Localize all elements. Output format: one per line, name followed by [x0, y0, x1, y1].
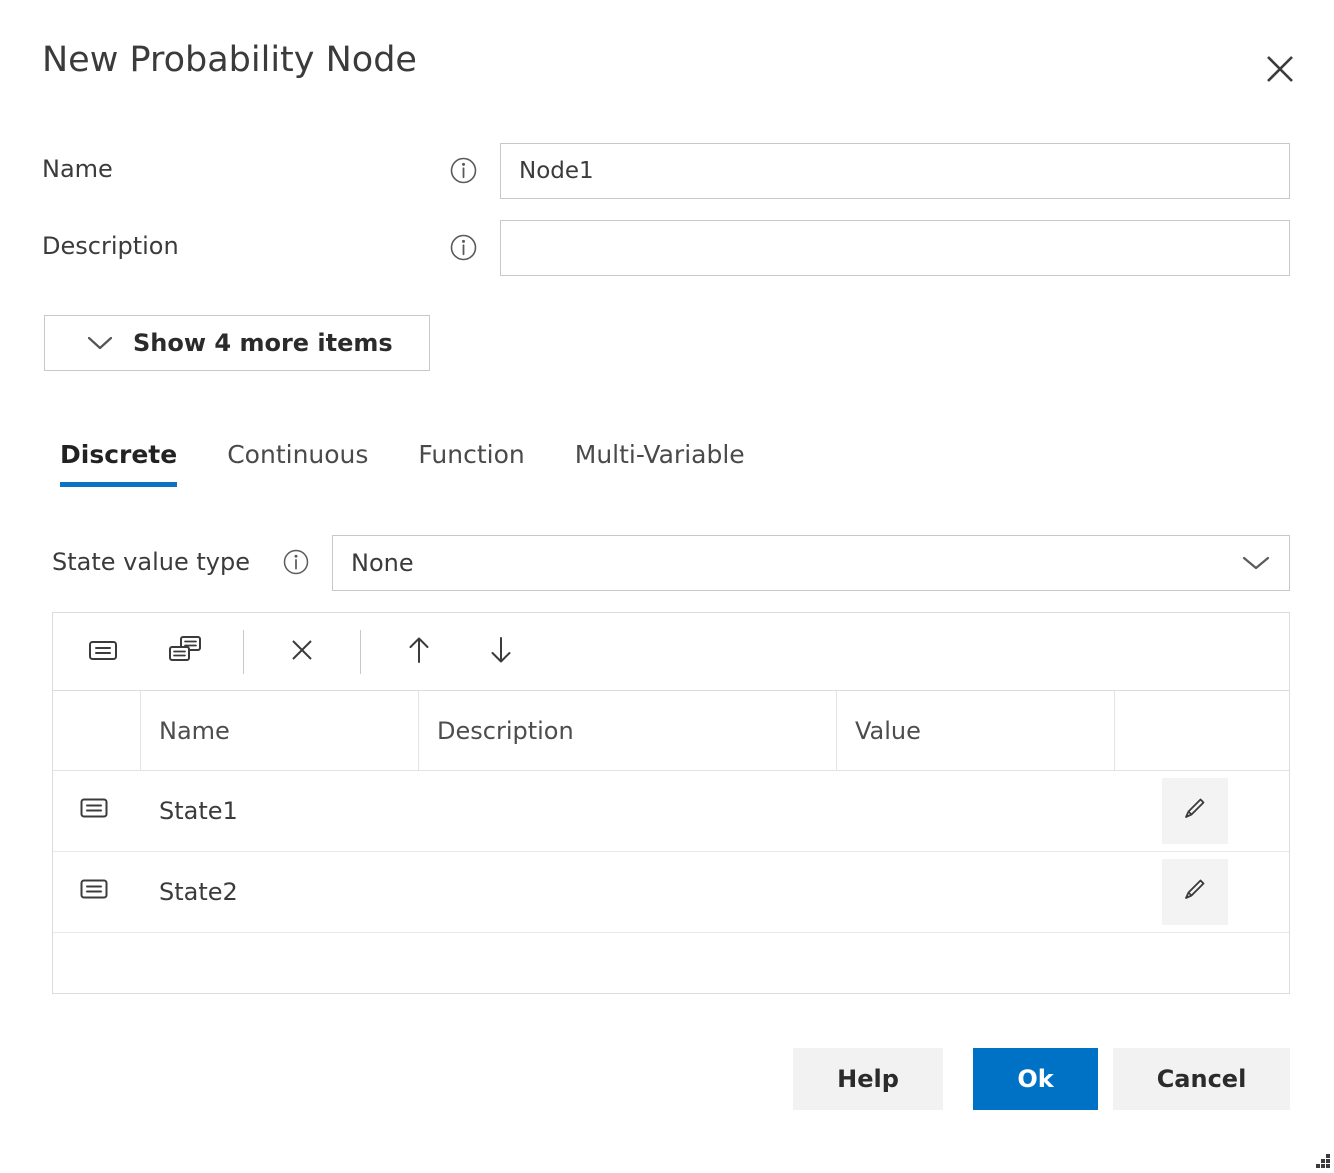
add-state-button[interactable]	[79, 628, 127, 676]
states-table-toolbar	[53, 613, 1289, 691]
state-add-icon	[87, 637, 119, 667]
state-description-cell[interactable]	[419, 771, 837, 851]
toolbar-separator	[243, 630, 244, 674]
state-row-icon-cell	[53, 852, 141, 932]
edit-state-button[interactable]	[1162, 859, 1228, 925]
state-value-type-label: State value type	[52, 548, 250, 576]
state-value-type-select[interactable]: None	[332, 535, 1290, 591]
state-value-type-info-icon[interactable]	[283, 549, 309, 575]
description-label: Description	[42, 232, 179, 260]
form-row-description: Description	[0, 220, 1334, 276]
ok-button[interactable]: Ok	[973, 1048, 1098, 1110]
tab-bar: Discrete Continuous Function Multi-Varia…	[60, 440, 745, 492]
name-info-icon[interactable]	[450, 157, 477, 184]
arrow-down-icon	[488, 635, 514, 669]
resize-grip[interactable]	[1313, 1151, 1331, 1169]
show-more-items-label: Show 4 more items	[133, 329, 393, 357]
table-row[interactable]: State2	[53, 852, 1289, 933]
close-x-icon	[289, 637, 315, 667]
chevron-down-icon	[1241, 554, 1271, 572]
states-duplicate-icon	[168, 635, 202, 669]
edit-state-button[interactable]	[1162, 778, 1228, 844]
column-header-name[interactable]: Name	[141, 691, 419, 770]
state-icon	[79, 796, 109, 826]
state-row-icon-cell	[53, 771, 141, 851]
dialog-header: New Probability Node	[0, 0, 1334, 118]
new-probability-node-dialog: New Probability Node Name Description	[0, 0, 1334, 1172]
tab-discrete-label: Discrete	[60, 440, 177, 469]
pencil-icon	[1180, 874, 1210, 910]
column-header-description[interactable]: Description	[419, 691, 837, 770]
state-value-type-row: State value type None	[0, 535, 1334, 591]
name-input[interactable]	[500, 143, 1290, 199]
add-multiple-states-button[interactable]	[161, 628, 209, 676]
tab-function[interactable]: Function	[418, 440, 524, 481]
description-input[interactable]	[500, 220, 1290, 276]
show-more-items-button[interactable]: Show 4 more items	[44, 315, 430, 371]
tab-multi-variable-label: Multi-Variable	[575, 440, 745, 469]
states-table: Name Description Value State1	[52, 612, 1290, 994]
form-row-name: Name	[0, 143, 1334, 199]
state-name-cell[interactable]: State2	[141, 852, 419, 932]
description-info-icon[interactable]	[450, 234, 477, 261]
tab-function-label: Function	[418, 440, 524, 469]
help-button[interactable]: Help	[793, 1048, 943, 1110]
state-value-cell[interactable]	[837, 852, 1115, 932]
column-header-value[interactable]: Value	[837, 691, 1115, 770]
tab-multi-variable[interactable]: Multi-Variable	[575, 440, 745, 481]
arrow-up-icon	[406, 635, 432, 669]
pencil-icon	[1180, 793, 1210, 829]
state-edit-cell	[1115, 852, 1289, 932]
move-up-button[interactable]	[395, 628, 443, 676]
chevron-down-icon	[87, 335, 113, 351]
state-value-type-selected-value: None	[351, 549, 414, 577]
page-title: New Probability Node	[42, 40, 417, 80]
state-icon	[79, 877, 109, 907]
state-description-cell[interactable]	[419, 852, 837, 932]
state-value-cell[interactable]	[837, 771, 1115, 851]
column-header-icon	[53, 691, 141, 770]
states-table-header: Name Description Value	[53, 691, 1289, 771]
dialog-footer: Help Ok Cancel	[0, 1048, 1334, 1110]
name-label: Name	[42, 155, 113, 183]
state-name-cell[interactable]: State1	[141, 771, 419, 851]
table-empty-area	[53, 933, 1289, 993]
tab-discrete[interactable]: Discrete	[60, 440, 177, 481]
cancel-button[interactable]: Cancel	[1113, 1048, 1290, 1110]
state-edit-cell	[1115, 771, 1289, 851]
tab-continuous-label: Continuous	[227, 440, 368, 469]
toolbar-separator	[360, 630, 361, 674]
delete-state-button[interactable]	[278, 628, 326, 676]
move-down-button[interactable]	[477, 628, 525, 676]
column-header-edit	[1115, 691, 1289, 770]
tab-continuous[interactable]: Continuous	[227, 440, 368, 481]
close-icon	[1263, 52, 1297, 86]
close-button[interactable]	[1258, 47, 1302, 91]
table-row[interactable]: State1	[53, 771, 1289, 852]
